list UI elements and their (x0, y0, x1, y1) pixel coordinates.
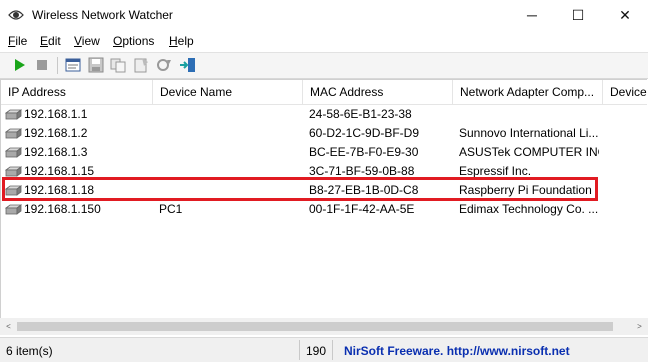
menu-edit[interactable]: Edit (40, 34, 61, 48)
column-header-device-name[interactable]: Device Name (153, 80, 303, 104)
menu-file[interactable]: File (8, 34, 27, 48)
copy-icon[interactable] (109, 57, 127, 73)
column-header-device[interactable]: Device (603, 80, 647, 104)
close-button[interactable]: ✕ (602, 0, 648, 31)
cell-device-name (159, 143, 299, 162)
table-row[interactable]: 192.168.1.3 BC-EE-7B-F0-E9-30 ASUSTek CO… (1, 143, 647, 162)
scroll-left-arrow[interactable]: < (0, 318, 17, 335)
nirsoft-link[interactable]: NirSoft Freeware. http://www.nirsoft.net (344, 342, 570, 360)
status-separator (299, 340, 300, 360)
table-row[interactable]: 192.168.1.150 PC1 00-1F-1F-42-AA-5E Edim… (1, 200, 647, 219)
column-header-vendor[interactable]: Network Adapter Comp... (453, 80, 603, 104)
cell-ip: 192.168.1.1 (24, 107, 88, 121)
scroll-right-arrow[interactable]: > (631, 318, 648, 335)
status-bar: 6 item(s) 190 NirSoft Freeware. http://w… (0, 337, 648, 362)
horizontal-scrollbar[interactable]: < > (0, 318, 648, 335)
properties-icon[interactable] (64, 57, 82, 73)
network-device-icon (5, 147, 22, 158)
scroll-thumb[interactable] (17, 322, 613, 331)
html-report-icon[interactable] (132, 57, 150, 73)
cell-mac: 60-D2-1C-9D-BF-D9 (309, 126, 420, 140)
stop-icon[interactable] (33, 57, 51, 73)
menu-view[interactable]: View (74, 34, 100, 48)
status-item-count: 6 item(s) (6, 344, 53, 358)
network-device-icon (5, 204, 22, 215)
network-device-icon (5, 166, 22, 177)
cell-mac: 00-1F-1F-42-AA-5E (309, 202, 415, 216)
title-bar: Wireless Network Watcher ─ ☐ ✕ (0, 0, 648, 31)
toolbar-separator (57, 57, 58, 74)
save-icon[interactable] (87, 57, 105, 73)
cell-vendor (459, 105, 599, 124)
cell-mac: BC-EE-7B-F0-E9-30 (309, 145, 419, 159)
menu-help[interactable]: Help (169, 34, 194, 48)
column-header-mac[interactable]: MAC Address (303, 80, 453, 104)
table-row[interactable]: 192.168.1.2 60-D2-1C-9D-BF-D9 Sunnovo In… (1, 124, 647, 143)
refresh-icon[interactable] (155, 57, 173, 73)
table-row[interactable]: 192.168.1.1 24-58-6E-B1-23-38 (1, 105, 647, 124)
cell-vendor: ASUSTek COMPUTER INC. (459, 145, 599, 159)
cell-mac: 24-58-6E-B1-23-38 (309, 107, 412, 121)
network-device-icon (5, 109, 22, 120)
eye-app-icon (8, 10, 24, 20)
menu-bar: File Edit View Options Help (0, 31, 648, 51)
status-separator (332, 340, 333, 360)
minimize-button[interactable]: ─ (509, 0, 555, 31)
network-device-icon (5, 128, 22, 139)
play-icon[interactable] (10, 57, 28, 73)
row-highlight-box (2, 177, 598, 201)
cell-ip: 192.168.1.150 (24, 202, 101, 216)
cell-device-name (159, 124, 299, 143)
toolbar (0, 52, 648, 79)
maximize-button[interactable]: ☐ (555, 0, 601, 31)
cell-vendor: Sunnovo International Li... (459, 126, 599, 140)
status-number: 190 (306, 344, 327, 358)
window-title: Wireless Network Watcher (32, 8, 173, 22)
menu-options[interactable]: Options (113, 34, 154, 48)
column-header-ip[interactable]: IP Address (1, 80, 153, 104)
cell-vendor: Edimax Technology Co. ... (459, 202, 599, 216)
exit-icon[interactable] (179, 57, 197, 73)
cell-ip: 192.168.1.2 (24, 126, 88, 140)
cell-ip: 192.168.1.3 (24, 145, 88, 159)
column-header-row: IP Address Device Name MAC Address Netwo… (1, 80, 647, 105)
cell-device-name: PC1 (159, 202, 183, 216)
cell-device-name (159, 105, 299, 124)
